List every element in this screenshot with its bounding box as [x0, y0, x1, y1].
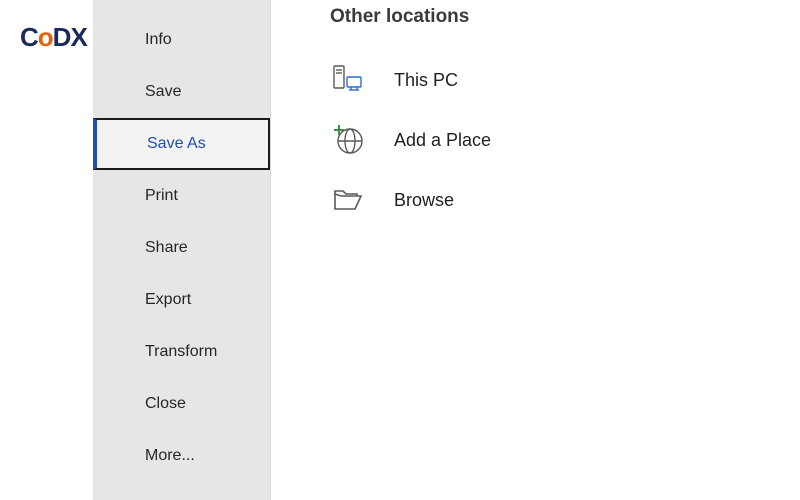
main-panel: Other locations This PC: [272, 0, 800, 500]
menu-item-label: Transform: [145, 343, 217, 361]
menu-item-label: Share: [145, 239, 188, 257]
menu-item-label: Save: [145, 83, 181, 101]
section-title: Other locations: [330, 6, 800, 28]
menu-item-label: Export: [145, 291, 191, 309]
menu-item-print[interactable]: Print: [93, 170, 270, 222]
menu-item-export[interactable]: Export: [93, 274, 270, 326]
menu-item-label: Print: [145, 187, 178, 205]
menu-item-transform[interactable]: Transform: [93, 326, 270, 378]
menu-item-label: More...: [145, 447, 195, 465]
menu-item-more[interactable]: More...: [93, 430, 270, 482]
location-add-place[interactable]: Add a Place: [330, 110, 800, 170]
add-place-icon: [330, 122, 366, 158]
location-label: Add a Place: [394, 130, 491, 151]
menu-item-label: Info: [145, 31, 172, 49]
this-pc-icon: [330, 62, 366, 98]
menu-item-share[interactable]: Share: [93, 222, 270, 274]
menu-item-save[interactable]: Save: [93, 66, 270, 118]
location-label: This PC: [394, 70, 458, 91]
location-browse[interactable]: Browse: [330, 170, 800, 230]
logo: CoDX: [20, 22, 87, 53]
menu-item-info[interactable]: Info: [93, 14, 270, 66]
menu-item-label: Close: [145, 395, 186, 413]
backstage-sidebar: Info Save Save As Print Share Export Tra…: [93, 0, 271, 500]
backstage-menu: Info Save Save As Print Share Export Tra…: [93, 0, 270, 482]
location-label: Browse: [394, 190, 454, 211]
location-this-pc[interactable]: This PC: [330, 50, 800, 110]
menu-item-close[interactable]: Close: [93, 378, 270, 430]
menu-item-save-as[interactable]: Save As: [93, 118, 270, 170]
menu-item-label: Save As: [147, 135, 206, 153]
browse-icon: [330, 182, 366, 218]
